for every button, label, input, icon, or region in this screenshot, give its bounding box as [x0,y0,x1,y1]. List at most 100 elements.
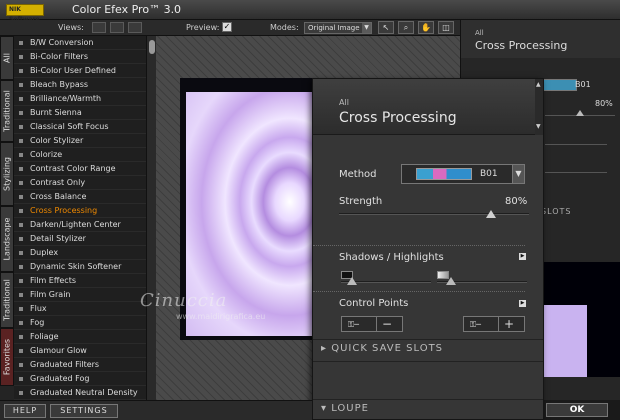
filter-item[interactable]: Classical Soft Focus [14,120,146,134]
view-side-by-side-button[interactable] [128,22,142,33]
tab-traditional-2-label: Traditional [2,279,12,321]
filter-item[interactable]: Foliage [14,330,146,344]
filter-list-scrollbar[interactable] [146,36,156,400]
scrollbar-thumb[interactable] [149,40,155,54]
expand-arrow-icon[interactable]: ▶ [519,253,526,260]
method-select[interactable]: B01 [401,164,513,184]
chevron-down-icon: ▼ [362,23,371,33]
title-bar: NIK Software Color Efex Pro™ 3.0 [0,0,620,23]
filter-item[interactable]: Film Grain [14,288,146,302]
filter-item[interactable]: Detail Stylizer [14,232,146,246]
tab-stylizing[interactable]: Stylizing [0,142,14,206]
mode-select[interactable]: Original Image ▼ [304,22,372,34]
chevron-down-icon[interactable]: ▼ [512,164,525,184]
settings-button[interactable]: SETTINGS [50,404,118,418]
shadows-highlights-label: Shadows / Highlights [339,252,444,263]
filter-item[interactable]: Fog [14,316,146,330]
method-label: Method [339,169,377,180]
section-divider [313,245,525,246]
help-button[interactable]: HELP [4,404,46,418]
section-divider [313,339,543,340]
preview-checkbox[interactable]: ✓ [222,22,232,32]
quick-save-slots-label: QUICK SAVE SLOTS [331,343,444,354]
filter-item[interactable]: Dynamic Skin Softener [14,260,146,274]
method-value: B01 [480,169,498,179]
filter-item[interactable]: Darken/Lighten Center [14,218,146,232]
filter-item[interactable]: Color Stylizer [14,134,146,148]
section-divider [313,361,543,362]
filter-item[interactable]: Graduated Fog [14,372,146,386]
zoom-tool-icon[interactable]: ⌕ [398,21,414,34]
filter-item[interactable]: Cross Balance [14,190,146,204]
pointer-tool-icon[interactable]: ↖ [378,21,394,34]
tab-all-label: All [2,53,12,63]
strength-slider-thumb[interactable] [486,210,496,218]
tab-favorites-label: Favorites [2,338,12,376]
filter-item[interactable]: Brilliance/Warmth [14,92,146,106]
method-preview-thumbs [416,168,472,180]
right-panel-category: All [475,29,484,37]
filter-item[interactable]: Film Effects [14,274,146,288]
filter-item[interactable]: Bi-Color User Defined [14,64,146,78]
loupe-header[interactable]: ▾ LOUPE [321,403,369,414]
ok-button[interactable]: OK [546,403,608,417]
section-divider [313,291,525,292]
tab-traditional[interactable]: Traditional [0,80,14,142]
tab-all[interactable]: All [0,36,14,80]
panel-scrollbar[interactable]: ▲ ▼ [535,79,543,135]
filter-item[interactable]: Contrast Only [14,176,146,190]
control-point-add-button[interactable]: ⚿─ + [463,316,525,332]
scroll-down-icon[interactable]: ▼ [536,123,541,130]
filter-item[interactable]: Contrast Color Range [14,162,146,176]
nik-logo: NIK Software [6,4,44,23]
filter-item[interactable]: Duplex [14,246,146,260]
view-single-button[interactable] [92,22,106,33]
section-divider [313,399,543,400]
panel-header: All Cross Processing ▲ ▼ [313,79,543,135]
strength-value: 80% [505,196,528,207]
right-panel-slots-label: SLOTS [541,207,572,216]
tab-traditional-label: Traditional [2,90,12,132]
strength-label: Strength [339,196,383,207]
filter-item[interactable]: Bleach Bypass [14,78,146,92]
shadow-slider-thumb[interactable] [346,277,357,285]
tab-stylizing-label: Stylizing [2,157,12,191]
modes-label: Modes: [270,23,299,32]
control-point-remove-button[interactable]: ⚿─ − [341,316,403,332]
filter-item[interactable]: B/W Conversion [14,36,146,50]
filter-item[interactable]: Graduated Neutral Density [14,386,146,400]
view-split-button[interactable] [110,22,124,33]
filter-item[interactable]: Burnt Sienna [14,106,146,120]
right-panel-title: Cross Processing [475,39,568,52]
loupe-preview-swatch [543,305,587,377]
tab-landscape-label: Landscape [2,217,12,261]
filter-item[interactable]: Flux [14,302,146,316]
filter-item[interactable]: Colorize [14,148,146,162]
filter-item[interactable]: Bi-Color Filters [14,50,146,64]
cross-processing-panel: All Cross Processing ▲ ▼ Method B01 ▼ St… [312,78,544,420]
loupe-label: LOUPE [331,403,369,414]
strength-slider-track[interactable] [339,213,529,215]
hand-tool-icon[interactable]: ✋ [418,21,434,34]
highlight-slider-thumb[interactable] [446,277,457,285]
shadows-track [545,144,607,145]
strength-slider-thumb[interactable] [576,110,584,116]
tab-landscape[interactable]: Landscape [0,206,14,272]
filter-list: B/W Conversion Bi-Color Filters Bi-Color U… [14,36,146,400]
filter-item[interactable]: Glamour Glow [14,344,146,358]
right-panel-method-value: B01 [575,80,591,89]
filter-item[interactable]: Graduated Filters [14,358,146,372]
minus-icon: − [382,317,393,331]
panel-title: Cross Processing [339,110,457,126]
filter-item[interactable]: Cross Processing [14,204,146,218]
scroll-up-icon[interactable]: ▲ [536,81,541,88]
loupe-icon[interactable]: ◫ [438,21,454,34]
tab-traditional-2[interactable]: Traditional [0,272,14,328]
expand-arrow-icon[interactable]: ▶ [519,300,526,307]
watermark-signature: Cinuccia [140,290,228,311]
bottom-bar: HELP SETTINGS [0,400,312,420]
category-tabs: All Traditional Stylizing Landscape Trad… [0,36,14,400]
views-label: Views: [58,23,84,32]
tab-favorites[interactable]: Favorites [0,328,14,386]
quick-save-slots-header[interactable]: ▸ QUICK SAVE SLOTS [321,343,443,354]
